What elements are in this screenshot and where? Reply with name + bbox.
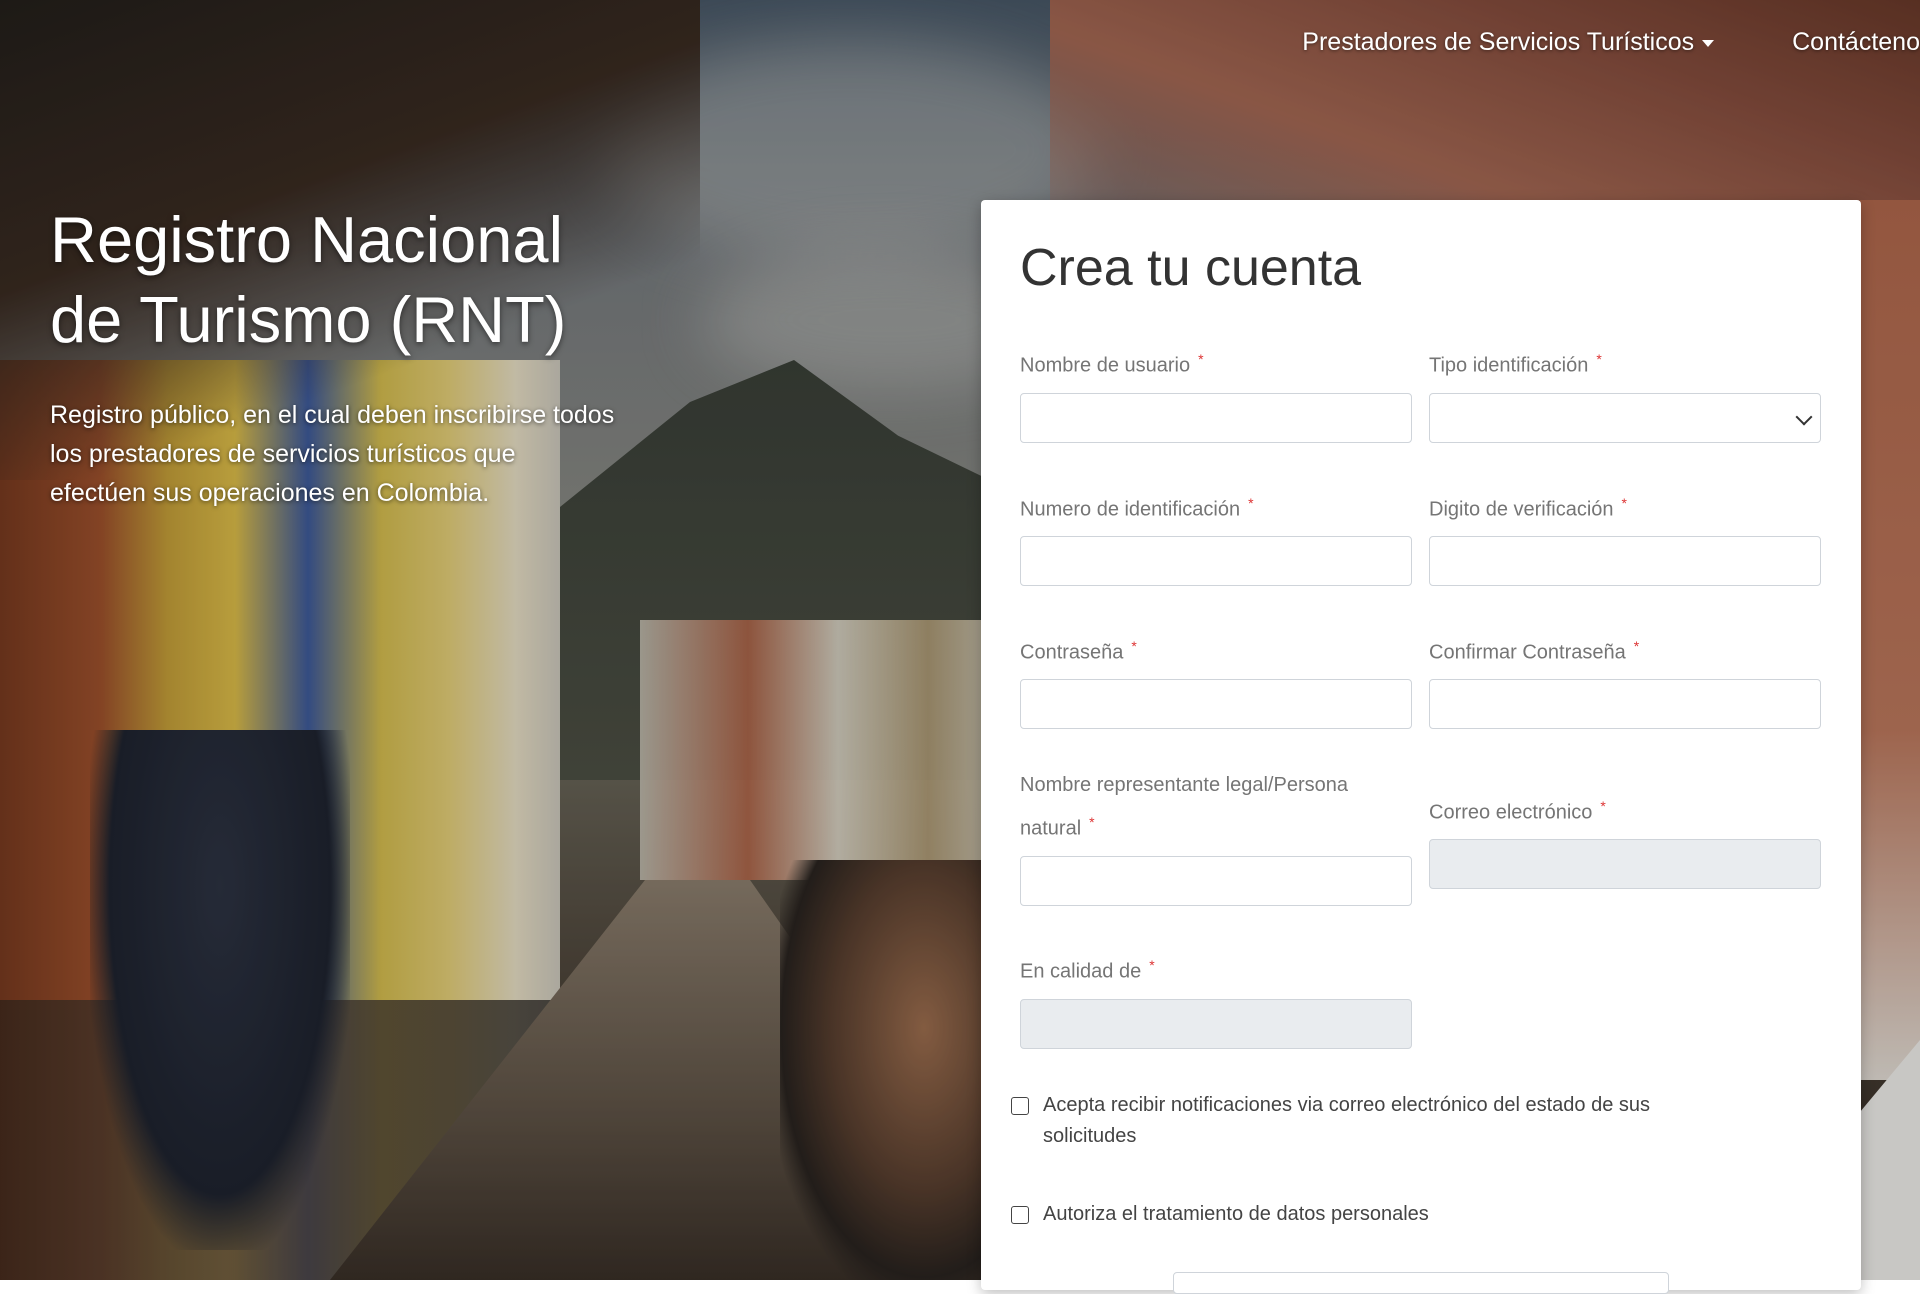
notifications-label-line1: Acepta recibir notificaciones via correo… bbox=[1043, 1094, 1650, 1116]
form-title: Crea tu cuenta bbox=[1020, 239, 1362, 297]
hero-description-line2: los prestadores de servicios turísticos … bbox=[50, 440, 516, 468]
confirm-password-label: Confirmar Contraseña * bbox=[1429, 628, 1639, 672]
nav-contactenos[interactable]: Contácteno bbox=[1792, 28, 1920, 57]
required-mark: * bbox=[1596, 351, 1602, 367]
legal-rep-label-line1: Nombre representante legal/Persona bbox=[1020, 774, 1348, 796]
confirm-password-input[interactable] bbox=[1429, 679, 1821, 729]
id-number-label-text: Numero de identificación bbox=[1020, 498, 1241, 521]
hero-description: Registro público, en el cual deben inscr… bbox=[50, 396, 690, 513]
confirm-password-label-text: Confirmar Contraseña bbox=[1429, 641, 1626, 664]
hero-description-line1: Registro público, en el cual deben inscr… bbox=[50, 401, 615, 429]
id-number-input[interactable] bbox=[1020, 536, 1412, 586]
hero-title-line2: de Turismo (RNT) bbox=[50, 283, 567, 356]
required-mark: * bbox=[1149, 957, 1155, 973]
notifications-checkbox[interactable] bbox=[1011, 1097, 1029, 1115]
password-input[interactable] bbox=[1020, 679, 1412, 729]
legal-rep-label: Nombre representante legal/Persona natur… bbox=[1020, 767, 1412, 848]
verification-digit-label-text: Digito de verificación bbox=[1429, 498, 1614, 521]
id-type-select[interactable] bbox=[1429, 393, 1821, 443]
legal-rep-input[interactable] bbox=[1020, 856, 1412, 906]
top-navigation: Prestadores de Servicios Turísticos Cont… bbox=[1302, 28, 1920, 57]
capacity-input bbox=[1020, 999, 1412, 1049]
id-number-label: Numero de identificación * bbox=[1020, 485, 1254, 529]
required-mark: * bbox=[1089, 814, 1095, 830]
capacity-label: En calidad de * bbox=[1020, 947, 1155, 991]
email-label-text: Correo electrónico bbox=[1429, 801, 1593, 824]
nav-prestadores-dropdown[interactable]: Prestadores de Servicios Turísticos bbox=[1302, 28, 1715, 57]
data-treatment-checkbox[interactable] bbox=[1011, 1206, 1029, 1224]
submit-button[interactable] bbox=[1173, 1272, 1669, 1294]
hero-description-line3: efectúen sus operaciones en Colombia. bbox=[50, 479, 490, 507]
caret-down-icon bbox=[1702, 39, 1715, 47]
required-mark: * bbox=[1600, 798, 1606, 814]
hero: Registro Nacional de Turismo (RNT) Regis… bbox=[50, 200, 690, 513]
notifications-label-line2: solicitudes bbox=[1043, 1125, 1137, 1147]
username-input[interactable] bbox=[1020, 393, 1412, 443]
required-mark: * bbox=[1248, 495, 1254, 511]
email-input bbox=[1429, 839, 1821, 889]
required-mark: * bbox=[1131, 638, 1137, 654]
hero-title-line1: Registro Nacional bbox=[50, 203, 564, 276]
username-label-text: Nombre de usuario bbox=[1020, 354, 1191, 377]
data-treatment-consent: Autoriza el tratamiento de datos persona… bbox=[1011, 1199, 1429, 1230]
password-label-text: Contraseña bbox=[1020, 641, 1124, 664]
verification-digit-input[interactable] bbox=[1429, 536, 1821, 586]
username-label: Nombre de usuario * bbox=[1020, 341, 1204, 385]
notifications-label: Acepta recibir notificaciones via correo… bbox=[1043, 1090, 1650, 1152]
hero-title: Registro Nacional de Turismo (RNT) bbox=[50, 200, 690, 360]
email-label: Correo electrónico * bbox=[1429, 788, 1606, 832]
required-mark: * bbox=[1621, 495, 1627, 511]
legal-rep-label-line2: natural bbox=[1020, 817, 1082, 840]
required-mark: * bbox=[1633, 638, 1640, 654]
id-type-label-text: Tipo identificación bbox=[1429, 354, 1589, 377]
capacity-label-text: En calidad de bbox=[1020, 960, 1142, 983]
nav-prestadores-label: Prestadores de Servicios Turísticos bbox=[1302, 28, 1695, 56]
id-type-label: Tipo identificación * bbox=[1429, 341, 1602, 385]
required-mark: * bbox=[1198, 351, 1204, 367]
chevron-down-icon bbox=[1795, 408, 1813, 426]
password-label: Contraseña * bbox=[1020, 628, 1137, 672]
verification-digit-label: Digito de verificación * bbox=[1429, 485, 1627, 529]
data-treatment-label: Autoriza el tratamiento de datos persona… bbox=[1043, 1203, 1429, 1225]
notifications-consent: Acepta recibir notificaciones via correo… bbox=[1011, 1090, 1650, 1152]
